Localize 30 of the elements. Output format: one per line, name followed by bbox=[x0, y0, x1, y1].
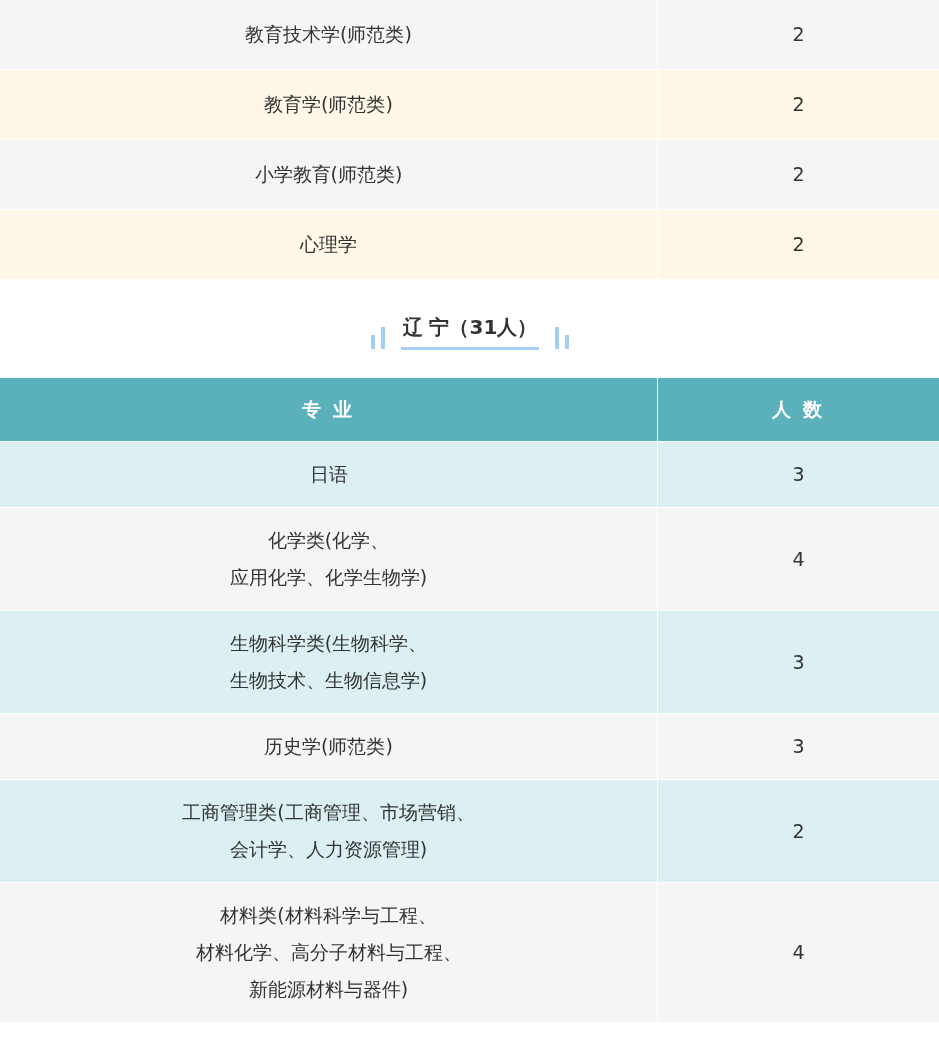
cell-text-line: 会计学、人力资源管理) bbox=[229, 837, 428, 862]
cell-text-line: 工商管理类(工商管理、市场营销、 bbox=[182, 800, 475, 825]
cell-text-line: 新能源材料与器件) bbox=[248, 977, 409, 1002]
table-cell: 4 bbox=[657, 508, 939, 610]
table-cell: 3 bbox=[657, 714, 939, 779]
cell-text-line: 材料类(材料科学与工程、 bbox=[220, 903, 437, 928]
table-cell: 4 bbox=[657, 883, 939, 1022]
table-cell: 历史学(师范类) bbox=[0, 714, 657, 779]
table-cell: 3 bbox=[657, 442, 939, 507]
cell-text-line: 生物技术、生物信息学) bbox=[229, 668, 428, 693]
bars-icon bbox=[554, 327, 569, 349]
table-cell: 3 bbox=[657, 611, 939, 713]
table-cell: 教育技术学(师范类) bbox=[0, 0, 657, 69]
table-cell: 2 bbox=[657, 0, 939, 69]
section-title: 辽 宁（31人） bbox=[400, 314, 539, 350]
table-cell: 教育学(师范类) bbox=[0, 70, 657, 139]
table-cell: 日语 bbox=[0, 442, 657, 507]
table-cell: 心理学 bbox=[0, 210, 657, 279]
column-header: 人 数 bbox=[657, 378, 939, 441]
table-cell: 2 bbox=[657, 70, 939, 139]
cell-text-line: 化学类(化学、 bbox=[267, 528, 390, 553]
column-header: 专 业 bbox=[0, 378, 657, 441]
table-cell: 小学教育(师范类) bbox=[0, 140, 657, 209]
table-cell: 2 bbox=[657, 210, 939, 279]
table-cell: 2 bbox=[657, 140, 939, 209]
table-cell: 2 bbox=[657, 780, 939, 882]
cell-text-line: 生物科学类(生物科学、 bbox=[229, 631, 428, 656]
bars-icon bbox=[370, 327, 385, 349]
cell-text-line: 应用化学、化学生物学) bbox=[229, 565, 428, 590]
cell-text-line: 材料化学、高分子材料与工程、 bbox=[195, 940, 462, 965]
